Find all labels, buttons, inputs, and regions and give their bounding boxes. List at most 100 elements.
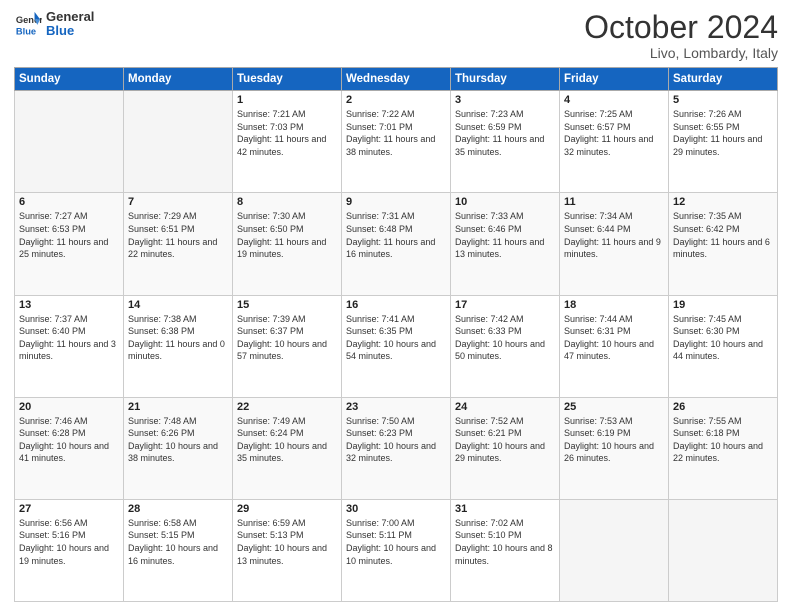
day-number: 12 [673,196,773,208]
table-row: 23Sunrise: 7:50 AM Sunset: 6:23 PM Dayli… [342,397,451,499]
table-row: 20 Sunrise: 7:46 AM Sunset: 6:28 PM Dayli… [15,397,124,499]
table-row: 7 Sunrise: 7:29 AM Sunset: 6:51 PM Daylig… [124,193,233,295]
calendar-week-row: 27 Sunrise: 6:56 AM Sunset: 5:16 PM Dayli… [15,499,778,601]
day-number: 26 [673,401,773,413]
table-row: 31 Sunrise: 7:02 AM Sunset: 5:10 PM Dayli… [451,499,560,601]
location-subtitle: Livo, Lombardy, Italy [584,45,778,61]
day-detail: Sunrise: 7:26 AM Sunset: 6:55 PM Dayligh… [673,108,773,158]
header-tuesday: Tuesday [233,68,342,91]
day-detail: Sunrise: 7:35 AM Sunset: 6:42 PM Dayligh… [673,210,773,260]
day-number: 11 [564,196,664,208]
day-number: 22 [237,401,337,413]
table-row: 26 Sunrise: 7:55 AM Sunset: 6:18 PM Dayli… [669,397,778,499]
day-number: 8 [237,196,337,208]
table-row: 24Sunrise: 7:52 AM Sunset: 6:21 PM Dayli… [451,397,560,499]
day-detail: Sunrise: 6:58 AM Sunset: 5:15 PM Dayligh… [128,517,228,567]
logo-line1: General [46,10,94,24]
table-row: 29 Sunrise: 6:59 AM Sunset: 5:13 PM Dayli… [233,499,342,601]
day-number: 27 [19,503,119,515]
table-row: 21Sunrise: 7:48 AM Sunset: 6:26 PM Dayli… [124,397,233,499]
table-row: 11 Sunrise: 7:34 AM Sunset: 6:44 PM Dayli… [560,193,669,295]
header-sunday: Sunday [15,68,124,91]
table-row: 16 Sunrise: 7:41 AM Sunset: 6:35 PM Dayli… [342,295,451,397]
day-number: 9 [346,196,446,208]
day-detail: Sunrise: 7:49 AM Sunset: 6:24 PM Dayligh… [237,415,337,465]
day-detail: Sunrise: 7:34 AM Sunset: 6:44 PM Dayligh… [564,210,664,260]
day-detail: Sunrise: 7:33 AM Sunset: 6:46 PM Dayligh… [455,210,555,260]
day-detail: Sunrise: 7:55 AM Sunset: 6:18 PM Dayligh… [673,415,773,465]
month-title: October 2024 [584,10,778,45]
header-thursday: Thursday [451,68,560,91]
day-detail: Sunrise: 7:02 AM Sunset: 5:10 PM Dayligh… [455,517,555,567]
day-number: 10 [455,196,555,208]
table-row: 22 Sunrise: 7:49 AM Sunset: 6:24 PM Dayli… [233,397,342,499]
table-row: 14Sunrise: 7:38 AM Sunset: 6:38 PM Dayli… [124,295,233,397]
table-row: 19 Sunrise: 7:45 AM Sunset: 6:30 PM Dayli… [669,295,778,397]
day-detail: Sunrise: 7:46 AM Sunset: 6:28 PM Dayligh… [19,415,119,465]
day-number: 3 [455,94,555,106]
day-detail: Sunrise: 7:21 AM Sunset: 7:03 PM Dayligh… [237,108,337,158]
header-wednesday: Wednesday [342,68,451,91]
table-row: 17Sunrise: 7:42 AM Sunset: 6:33 PM Dayli… [451,295,560,397]
day-number: 16 [346,299,446,311]
day-number: 29 [237,503,337,515]
day-number: 2 [346,94,446,106]
page: General Blue General Blue October 2024 L… [0,0,792,612]
day-number: 17 [455,299,555,311]
day-number: 13 [19,299,119,311]
day-detail: Sunrise: 7:29 AM Sunset: 6:51 PM Dayligh… [128,210,228,260]
table-row: 1 Sunrise: 7:21 AM Sunset: 7:03 PM Daylig… [233,91,342,193]
table-row: 25 Sunrise: 7:53 AM Sunset: 6:19 PM Dayli… [560,397,669,499]
table-row: 8Sunrise: 7:30 AM Sunset: 6:50 PM Daylig… [233,193,342,295]
day-number: 23 [346,401,446,413]
day-number: 31 [455,503,555,515]
day-number: 4 [564,94,664,106]
table-row: 4 Sunrise: 7:25 AM Sunset: 6:57 PM Daylig… [560,91,669,193]
calendar-week-row: 1 Sunrise: 7:21 AM Sunset: 7:03 PM Daylig… [15,91,778,193]
day-detail: Sunrise: 7:52 AM Sunset: 6:21 PM Dayligh… [455,415,555,465]
day-number: 21 [128,401,228,413]
table-row: 10 Sunrise: 7:33 AM Sunset: 6:46 PM Dayli… [451,193,560,295]
calendar-week-row: 13Sunrise: 7:37 AM Sunset: 6:40 PM Dayli… [15,295,778,397]
table-row: 6 Sunrise: 7:27 AM Sunset: 6:53 PM Daylig… [15,193,124,295]
day-detail: Sunrise: 7:53 AM Sunset: 6:19 PM Dayligh… [564,415,664,465]
day-detail: Sunrise: 7:31 AM Sunset: 6:48 PM Dayligh… [346,210,446,260]
table-row: 12 Sunrise: 7:35 AM Sunset: 6:42 PM Dayli… [669,193,778,295]
day-detail: Sunrise: 7:41 AM Sunset: 6:35 PM Dayligh… [346,313,446,363]
day-number: 6 [19,196,119,208]
table-row: 3 Sunrise: 7:23 AM Sunset: 6:59 PM Daylig… [451,91,560,193]
table-row: 2 Sunrise: 7:22 AM Sunset: 7:01 PM Daylig… [342,91,451,193]
table-row: 13Sunrise: 7:37 AM Sunset: 6:40 PM Dayli… [15,295,124,397]
table-row [15,91,124,193]
table-row [560,499,669,601]
header-saturday: Saturday [669,68,778,91]
day-number: 25 [564,401,664,413]
header: General Blue General Blue October 2024 L… [14,10,778,61]
table-row: 5Sunrise: 7:26 AM Sunset: 6:55 PM Daylig… [669,91,778,193]
header-friday: Friday [560,68,669,91]
day-number: 18 [564,299,664,311]
day-detail: Sunrise: 7:22 AM Sunset: 7:01 PM Dayligh… [346,108,446,158]
calendar-header-row: Sunday Monday Tuesday Wednesday Thursday… [15,68,778,91]
table-row: 15Sunrise: 7:39 AM Sunset: 6:37 PM Dayli… [233,295,342,397]
day-number: 19 [673,299,773,311]
table-row: 28 Sunrise: 6:58 AM Sunset: 5:15 PM Dayli… [124,499,233,601]
day-number: 20 [19,401,119,413]
table-row: 27 Sunrise: 6:56 AM Sunset: 5:16 PM Dayli… [15,499,124,601]
day-detail: Sunrise: 7:25 AM Sunset: 6:57 PM Dayligh… [564,108,664,158]
day-detail: Sunrise: 7:39 AM Sunset: 6:37 PM Dayligh… [237,313,337,363]
calendar-week-row: 20 Sunrise: 7:46 AM Sunset: 6:28 PM Dayli… [15,397,778,499]
table-row: 18Sunrise: 7:44 AM Sunset: 6:31 PM Dayli… [560,295,669,397]
day-detail: Sunrise: 7:23 AM Sunset: 6:59 PM Dayligh… [455,108,555,158]
logo-icon: General Blue [14,10,42,38]
day-detail: Sunrise: 7:38 AM Sunset: 6:38 PM Dayligh… [128,313,228,363]
calendar-table: Sunday Monday Tuesday Wednesday Thursday… [14,67,778,602]
day-number: 7 [128,196,228,208]
day-number: 1 [237,94,337,106]
day-detail: Sunrise: 7:27 AM Sunset: 6:53 PM Dayligh… [19,210,119,260]
day-detail: Sunrise: 6:59 AM Sunset: 5:13 PM Dayligh… [237,517,337,567]
svg-text:Blue: Blue [16,27,36,37]
day-number: 28 [128,503,228,515]
day-detail: Sunrise: 6:56 AM Sunset: 5:16 PM Dayligh… [19,517,119,567]
day-detail: Sunrise: 7:45 AM Sunset: 6:30 PM Dayligh… [673,313,773,363]
